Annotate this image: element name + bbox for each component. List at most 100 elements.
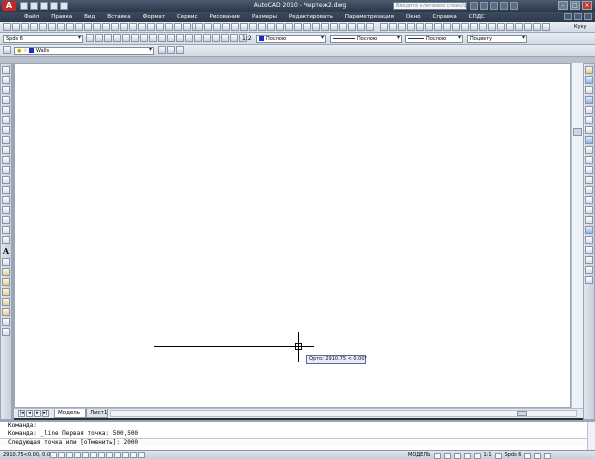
layer-walk-icon[interactable] xyxy=(176,46,184,54)
linetype-combo[interactable]: Послою xyxy=(330,35,402,43)
spds-draw-2-icon[interactable] xyxy=(2,278,10,286)
spds-tool-4-icon[interactable] xyxy=(407,23,415,31)
spds-draw-6-icon[interactable] xyxy=(2,318,10,326)
command-scrollbar[interactable] xyxy=(587,422,595,450)
aligned-dim-icon[interactable] xyxy=(204,23,212,31)
spds-draw-7-icon[interactable] xyxy=(2,328,10,336)
minimize-button[interactable]: – xyxy=(558,1,568,10)
help-icon[interactable] xyxy=(510,2,518,10)
ortho-toggle-icon[interactable] xyxy=(66,452,73,458)
offset-icon[interactable] xyxy=(585,96,593,104)
layer-properties-icon[interactable] xyxy=(3,46,11,54)
text-style-combo[interactable]: Spds 6 xyxy=(3,35,83,43)
prev-tab-icon[interactable]: ◂ xyxy=(26,410,33,417)
align-leaders-icon[interactable] xyxy=(122,34,130,42)
menu-help[interactable]: Справка xyxy=(427,14,463,20)
redo-icon[interactable] xyxy=(102,23,110,31)
horizontal-scroll-thumb[interactable] xyxy=(517,411,527,416)
communication-icon[interactable] xyxy=(490,2,498,10)
construction-line-icon[interactable] xyxy=(2,76,10,84)
horizontal-scrollbar[interactable] xyxy=(110,410,577,417)
spds-tool-11-icon[interactable] xyxy=(470,23,478,31)
print-icon[interactable] xyxy=(30,23,38,31)
layer-freeze-icon[interactable] xyxy=(230,34,238,42)
lwt-toggle-icon[interactable] xyxy=(122,452,129,458)
clean-screen-icon[interactable] xyxy=(544,452,552,459)
quick-dim-icon[interactable] xyxy=(267,23,275,31)
vertical-scroll-thumb[interactable] xyxy=(573,128,582,136)
modify-extra-5-icon[interactable] xyxy=(585,276,593,284)
sheet-set-icon[interactable] xyxy=(174,23,182,31)
break-at-point-icon[interactable] xyxy=(585,176,593,184)
doc-restore-button[interactable] xyxy=(574,13,582,20)
point-icon[interactable] xyxy=(2,196,10,204)
annotation-visibility-icon[interactable] xyxy=(494,452,502,459)
zoom-status-icon[interactable] xyxy=(463,452,471,459)
help-search-input[interactable]: Введите ключевое слово/фразу xyxy=(393,2,467,10)
3d-osnap-toggle-icon[interactable] xyxy=(90,452,97,458)
coordinate-readout[interactable]: 2910.75<0.00, 0.00 xyxy=(3,452,53,459)
qp-toggle-icon[interactable] xyxy=(130,452,137,458)
ordinate-dim-icon[interactable] xyxy=(222,23,230,31)
open-icon[interactable] xyxy=(12,23,20,31)
spds-draw-5-icon[interactable] xyxy=(2,308,10,316)
modify-extra-3-icon[interactable] xyxy=(585,256,593,264)
table-icon[interactable] xyxy=(2,236,10,244)
region-icon[interactable] xyxy=(2,226,10,234)
spds-tool-19-icon[interactable] xyxy=(542,23,550,31)
layer-combo[interactable]: ● ☼ Walls xyxy=(14,47,154,55)
menu-view[interactable]: Вид xyxy=(78,14,101,20)
dim-style-icon[interactable] xyxy=(86,34,94,42)
spds-tool-5-icon[interactable] xyxy=(416,23,424,31)
subscription-icon[interactable] xyxy=(480,2,488,10)
maximize-button[interactable]: □ xyxy=(570,1,580,10)
add-selected-icon[interactable] xyxy=(2,258,10,266)
menu-file[interactable]: Файл xyxy=(18,14,45,20)
menu-draw[interactable]: Рисование xyxy=(204,14,246,20)
dim-update-icon[interactable] xyxy=(366,23,374,31)
ellipse-arc-icon[interactable] xyxy=(2,166,10,174)
join-icon[interactable] xyxy=(585,196,593,204)
lineweight-combo[interactable]: Послою xyxy=(405,35,463,43)
move-icon[interactable] xyxy=(585,116,593,124)
menu-edit[interactable]: Правка xyxy=(45,14,78,20)
properties-icon[interactable] xyxy=(147,23,155,31)
osnap-toggle-icon[interactable] xyxy=(82,452,89,458)
add-leader-icon[interactable] xyxy=(140,34,148,42)
doc-minimize-button[interactable] xyxy=(564,13,572,20)
next-tab-icon[interactable]: ▸ xyxy=(34,410,41,417)
jogged-linear-icon[interactable] xyxy=(339,23,347,31)
break-icon[interactable] xyxy=(585,186,593,194)
dim-space-icon[interactable] xyxy=(294,23,302,31)
zoom-realtime-icon[interactable] xyxy=(120,23,128,31)
spds-draw-1-icon[interactable] xyxy=(2,268,10,276)
first-tab-icon[interactable]: |◂ xyxy=(18,410,25,417)
design-center-icon[interactable] xyxy=(156,23,164,31)
trim-icon[interactable] xyxy=(585,156,593,164)
array-icon[interactable] xyxy=(585,106,593,114)
fillet-icon[interactable] xyxy=(585,216,593,224)
steeringwheel-icon[interactable] xyxy=(473,452,481,459)
doc-close-button[interactable] xyxy=(584,13,592,20)
zoom-window-icon[interactable] xyxy=(129,23,137,31)
spds-tool-12-icon[interactable] xyxy=(479,23,487,31)
spds-draw-4-icon[interactable] xyxy=(2,298,10,306)
layer-unisolate-icon[interactable] xyxy=(212,34,220,42)
menu-dimension[interactable]: Размеры xyxy=(246,14,283,20)
preview-icon[interactable] xyxy=(39,23,47,31)
dim-edit-icon[interactable] xyxy=(348,23,356,31)
paste-icon[interactable] xyxy=(75,23,83,31)
circle-icon[interactable] xyxy=(2,126,10,134)
snap-toggle-icon[interactable] xyxy=(50,452,57,458)
new-icon[interactable] xyxy=(3,23,11,31)
multiline-text-icon[interactable]: A xyxy=(1,246,11,256)
grid-toggle-icon[interactable] xyxy=(58,452,65,458)
ellipse-icon[interactable] xyxy=(2,156,10,164)
copy-object-icon[interactable] xyxy=(585,76,593,84)
menu-tools[interactable]: Сервис xyxy=(171,14,204,20)
stretch-icon[interactable] xyxy=(585,146,593,154)
make-current-icon[interactable] xyxy=(185,34,193,42)
spds-tool-1-icon[interactable] xyxy=(380,23,388,31)
viewport-icon[interactable] xyxy=(158,34,166,42)
make-block-icon[interactable] xyxy=(2,186,10,194)
